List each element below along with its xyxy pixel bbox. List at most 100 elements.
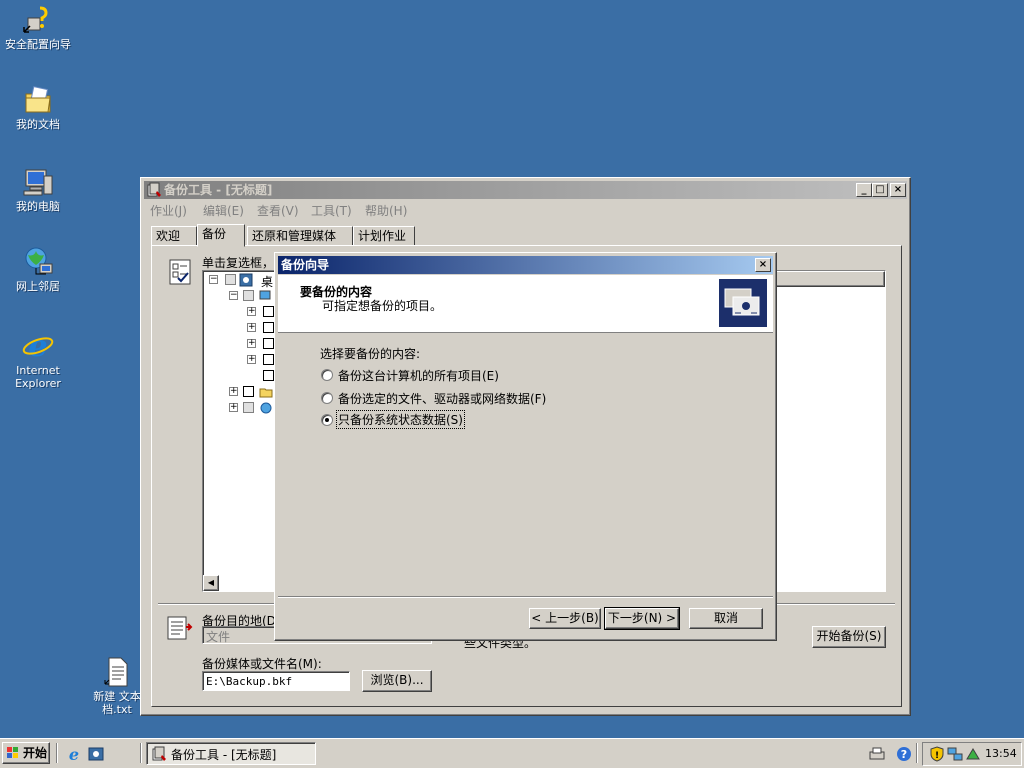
tree-collapse-icon[interactable]: − [209, 275, 218, 284]
desktop-icon-label: 网上邻居 [16, 280, 60, 293]
tree-view[interactable]: − 桌 − + + + + + + ◀ [202, 270, 280, 592]
internet-explorer-icon: e [22, 330, 54, 362]
tab-schedule[interactable]: 计划作业 [353, 226, 415, 246]
tree-root-label: 桌 [261, 275, 274, 289]
dialog-close-button[interactable]: × [755, 258, 771, 272]
clock: 13:54 [985, 747, 1017, 760]
file-list-pane[interactable] [772, 270, 886, 592]
desktop-icon-network-places[interactable]: 网上邻居 [0, 246, 78, 293]
back-button[interactable]: < 上一步(B) [529, 608, 601, 629]
tree-checkbox[interactable] [263, 338, 274, 349]
next-button[interactable]: 下一步(N) > [604, 607, 680, 630]
menu-tools[interactable]: 工具(T) [311, 202, 352, 219]
list-column-header[interactable] [773, 271, 885, 287]
tree-checkbox[interactable] [263, 354, 274, 365]
cancel-button[interactable]: 取消 [689, 608, 763, 629]
menu-bar: 作业(J) 编辑(E) 查看(V) 工具(T) 帮助(H) [145, 200, 906, 220]
desktop-icon-internet-explorer[interactable]: e Internet Explorer [0, 330, 78, 390]
start-button[interactable]: 开始 [2, 742, 50, 764]
backup-app-icon [152, 746, 166, 761]
tree-expand-icon[interactable]: + [247, 323, 256, 332]
radio-label[interactable]: 备份这台计算机的所有项目(E) [338, 367, 499, 384]
window-title: 备份工具 - [无标题] [164, 183, 273, 197]
printer-icon[interactable] [868, 746, 886, 762]
tab-welcome[interactable]: 欢迎 [151, 226, 197, 246]
dialog-title: 备份向导 [281, 258, 330, 272]
tree-checkbox[interactable] [243, 402, 254, 413]
maximize-icon: □ [875, 184, 885, 195]
tree-expand-icon[interactable]: + [229, 403, 238, 412]
tree-checkbox[interactable] [225, 274, 236, 285]
taskbar-divider [140, 743, 142, 763]
quicklaunch-desktop-icon[interactable] [88, 746, 104, 762]
desktop-icon-label: 我的文档 [16, 118, 60, 131]
browse-button[interactable]: 浏览(B)... [362, 670, 432, 692]
my-documents-icon [25, 86, 51, 113]
radio-label[interactable]: 备份选定的文件、驱动器或网络数据(F) [338, 390, 546, 407]
tree-expand-icon[interactable]: + [229, 387, 238, 396]
backup-destination-icon [167, 616, 193, 640]
window-titlebar[interactable]: 备份工具 - [无标题] _ □ × [144, 181, 907, 199]
svg-text:?: ? [901, 748, 907, 761]
svg-text:e: e [69, 746, 79, 762]
taskbar-task-label: 备份工具 - [无标题] [171, 748, 277, 762]
tray-utility-icon[interactable] [965, 746, 981, 762]
backup-app-icon [147, 182, 161, 197]
taskbar: 开始 e 备份工具 - [无标题] ? ! 13:54 [0, 738, 1024, 768]
system-tray: ! 13:54 [922, 742, 1022, 766]
tree-checkbox[interactable] [263, 306, 274, 317]
tree-expand-icon[interactable]: + [247, 307, 256, 316]
network-connection-icon[interactable] [947, 746, 963, 762]
desktop-icon-security-wizard[interactable]: 安全配置向导 [0, 4, 78, 51]
taskbar-divider [56, 743, 58, 763]
backup-wizard-icon [719, 279, 767, 327]
network-icon [260, 402, 272, 414]
tree-expand-icon[interactable]: + [247, 339, 256, 348]
menu-edit[interactable]: 编辑(E) [203, 202, 244, 219]
minimize-button[interactable]: _ [856, 183, 872, 197]
backup-wizard-dialog[interactable]: 备份向导 × 要备份的内容 可指定想备份的项目。 选择要备份的内容: 备份这台计… [274, 252, 777, 641]
desktop-icon-my-documents[interactable]: 我的文档 [0, 84, 78, 131]
computer-icon [259, 290, 271, 300]
desktop-icon-my-computer[interactable]: 我的电脑 [0, 166, 78, 213]
close-button[interactable]: × [890, 183, 906, 197]
taskbar-divider [916, 743, 918, 763]
desktop-icon-label-line2: Explorer [15, 377, 61, 390]
radio-button[interactable] [321, 414, 333, 426]
scroll-left-button[interactable]: ◀ [203, 575, 219, 591]
dialog-separator [278, 596, 773, 598]
radio-label[interactable]: 只备份系统状态数据(S) [336, 410, 465, 429]
quicklaunch-ie-icon[interactable]: e [66, 746, 82, 762]
network-places-icon [25, 247, 53, 275]
start-backup-button[interactable]: 开始备份(S) [812, 626, 886, 648]
radio-button[interactable] [321, 369, 333, 381]
tree-hint-text: 单击复选框， [202, 256, 275, 270]
taskbar-task-backup[interactable]: 备份工具 - [无标题] [146, 742, 316, 765]
close-icon: × [758, 259, 768, 270]
checklist-icon [169, 259, 191, 285]
tab-backup[interactable]: 备份 [197, 224, 245, 247]
menu-help[interactable]: 帮助(H) [365, 202, 407, 219]
tree-checkbox[interactable] [243, 290, 254, 301]
menu-job[interactable]: 作业(J) [150, 202, 187, 219]
desktop-icon-label: 安全配置向导 [5, 38, 71, 51]
tree-checkbox[interactable] [243, 386, 254, 397]
dialog-titlebar[interactable]: 备份向导 × [278, 256, 773, 274]
tree-collapse-icon[interactable]: − [229, 291, 238, 300]
tree-checkbox[interactable] [263, 322, 274, 333]
security-shield-icon[interactable]: ! [929, 746, 945, 762]
backup-media-filename-input[interactable] [202, 671, 350, 691]
help-icon[interactable]: ? [896, 746, 912, 762]
tree-expand-icon[interactable]: + [247, 355, 256, 364]
tab-strip: 欢迎 备份 还原和管理媒体 计划作业 [151, 224, 900, 247]
svg-text:!: ! [935, 751, 939, 761]
windows-logo-icon [7, 747, 18, 758]
radio-button[interactable] [321, 392, 333, 404]
security-wizard-icon [23, 6, 48, 33]
desktop-icon-label: Internet [16, 364, 60, 377]
maximize-button[interactable]: □ [872, 183, 888, 197]
menu-view[interactable]: 查看(V) [257, 202, 299, 219]
tab-restore[interactable]: 还原和管理媒体 [247, 226, 353, 246]
my-computer-icon [23, 169, 53, 196]
tree-checkbox[interactable] [263, 370, 274, 381]
